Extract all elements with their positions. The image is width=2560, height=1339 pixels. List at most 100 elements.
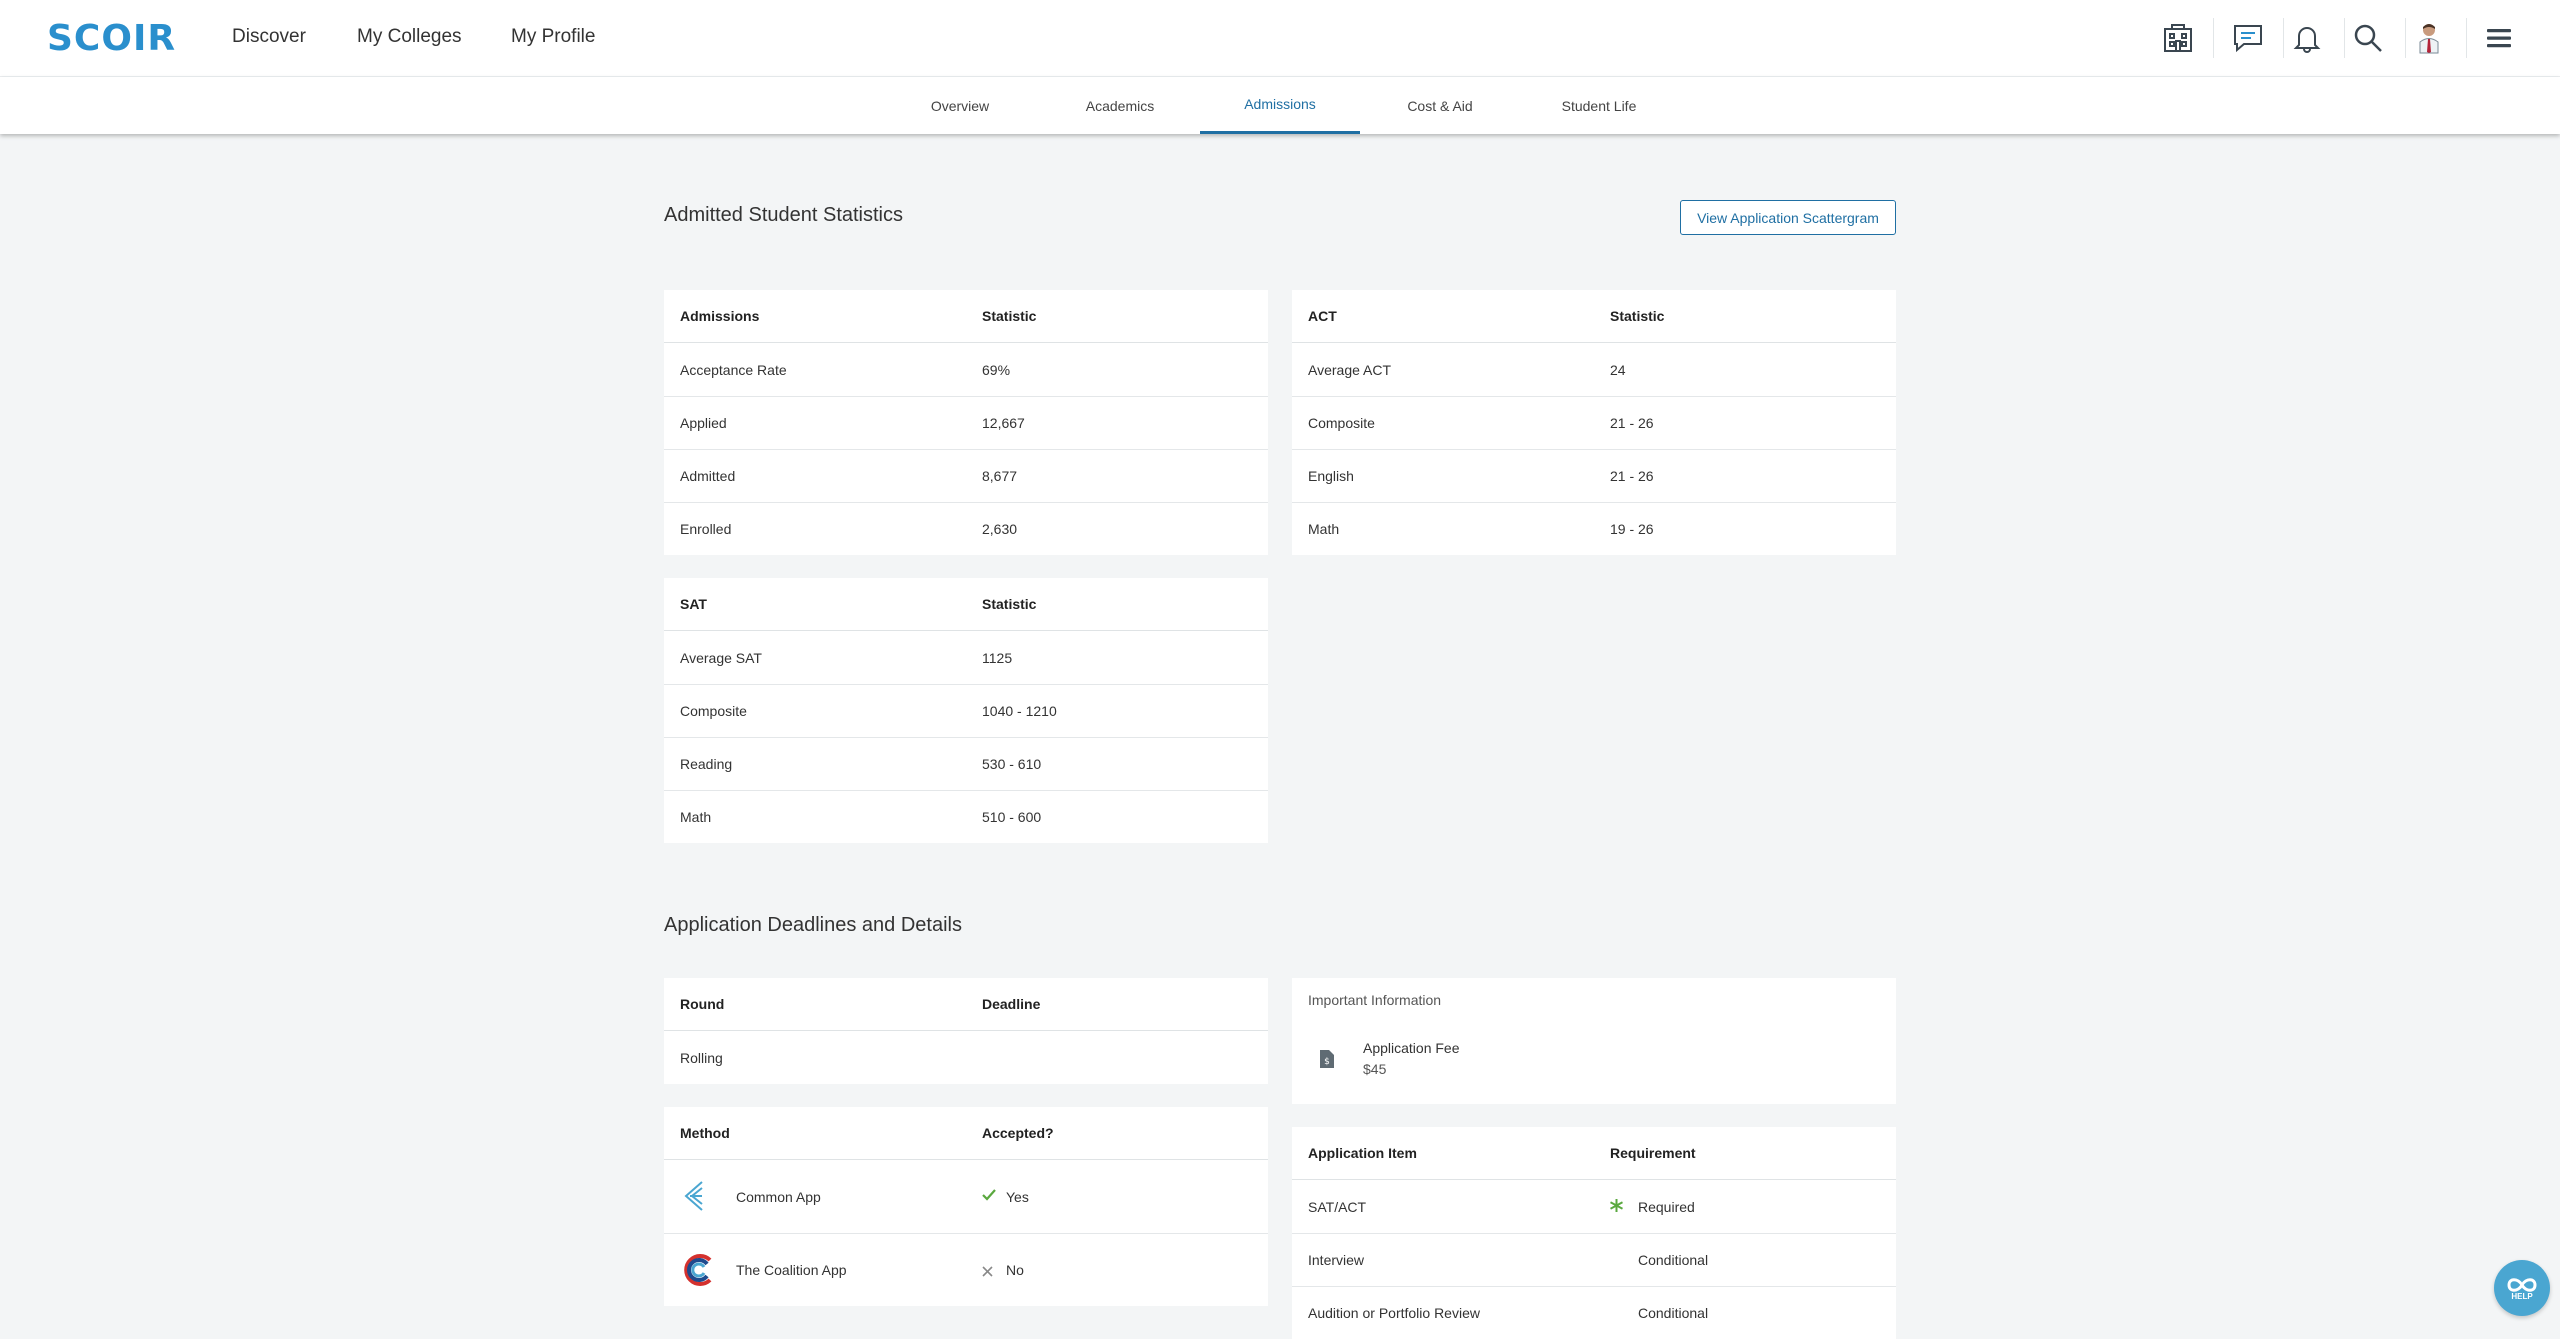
search-icon[interactable]: [2348, 18, 2388, 58]
check-icon: [982, 1188, 996, 1204]
row-value: 1125: [982, 649, 1013, 666]
method-accepted: No: [1006, 1262, 1024, 1278]
required-asterisk-icon: [1610, 1199, 1623, 1215]
table-header-row: Round Deadline: [664, 978, 1268, 1031]
column-header: Method: [680, 1125, 730, 1141]
application-requirements-table: Application Item Requirement SAT/ACT Req…: [1292, 1127, 1896, 1339]
round-name: Rolling: [680, 1049, 723, 1066]
row-label: Average SAT: [680, 649, 762, 666]
requirement-status: Required: [1638, 1198, 1695, 1215]
tab-admissions[interactable]: Admissions: [1200, 77, 1360, 134]
table-row: Acceptance Rate 69%: [664, 343, 1268, 396]
important-information-label: Important Information: [1308, 992, 1442, 1008]
row-label: Admitted: [680, 468, 736, 484]
help-label: HELP: [2511, 1291, 2533, 1301]
table-row: Enrolled 2,630: [664, 502, 1268, 555]
table-row: Average ACT 24: [1292, 343, 1896, 396]
row-value: 510 - 600: [982, 809, 1042, 825]
row-label: Math: [680, 809, 712, 825]
application-methods-table: Method Accepted? Common App Yes The Coal…: [664, 1107, 1268, 1306]
messages-icon[interactable]: [2228, 18, 2268, 58]
row-label: English: [1308, 468, 1354, 484]
tab-academics[interactable]: Academics: [1070, 77, 1170, 134]
svg-text:$: $: [1324, 1057, 1330, 1067]
top-separator: [2344, 18, 2345, 58]
table-row: Admitted 8,677: [664, 449, 1268, 502]
rounds-table: Round Deadline Rolling: [664, 978, 1268, 1084]
top-navigation-bar: SCOIR Discover My Colleges My Profile: [0, 0, 2560, 77]
table-header-row: Method Accepted?: [664, 1107, 1268, 1160]
top-separator: [2213, 18, 2214, 58]
table-row: Math 19 - 26: [1292, 502, 1896, 555]
tab-student-life[interactable]: Student Life: [1549, 77, 1649, 134]
view-scattergram-button[interactable]: View Application Scattergram: [1680, 200, 1896, 235]
table-row: Audition or Portfolio Review Conditional: [1292, 1286, 1896, 1339]
row-value: 530 - 610: [982, 756, 1042, 772]
colleges-building-icon[interactable]: [2158, 18, 2198, 58]
row-value: 8,677: [982, 468, 1018, 484]
help-button[interactable]: HELP: [2494, 1260, 2550, 1316]
table-row: Rolling: [664, 1031, 1268, 1084]
top-separator: [2405, 18, 2406, 58]
table-header-row: ACT Statistic: [1292, 290, 1896, 343]
table-row: Composite 1040 - 1210: [664, 684, 1268, 737]
table-header-row: Application Item Requirement: [1292, 1127, 1896, 1180]
row-label: Applied: [680, 415, 727, 431]
table-row: Average SAT 1125: [664, 631, 1268, 684]
column-header: Admissions: [680, 308, 760, 324]
scoir-logo[interactable]: SCOIR: [47, 18, 176, 59]
requirement-status: Conditional: [1638, 1305, 1709, 1321]
column-header: Accepted?: [982, 1125, 1054, 1141]
column-header: Requirement: [1610, 1145, 1696, 1161]
table-header-row: SAT Statistic: [664, 578, 1268, 631]
column-header: SAT: [680, 596, 707, 612]
admissions-table: Admissions Statistic Acceptance Rate 69%…: [664, 290, 1268, 555]
nav-my-colleges[interactable]: My Colleges: [357, 26, 462, 48]
row-value: 24: [1610, 361, 1626, 378]
row-label: Acceptance Rate: [680, 361, 787, 378]
table-row: Interview Conditional: [1292, 1233, 1896, 1286]
row-label: Reading: [680, 756, 733, 772]
section-title-deadlines: Application Deadlines and Details: [664, 914, 962, 936]
x-icon: [982, 1264, 993, 1280]
column-header: Statistic: [982, 596, 1037, 612]
important-information-card: Important Information $ Application Fee …: [1292, 978, 1896, 1104]
table-row: English 21 - 26: [1292, 449, 1896, 502]
row-label: Math: [1308, 521, 1340, 537]
row-value: 21 - 26: [1610, 468, 1654, 484]
table-row: Reading 530 - 610: [664, 737, 1268, 790]
act-table: ACT Statistic Average ACT 24 Composite 2…: [1292, 290, 1896, 555]
row-value: 21 - 26: [1610, 415, 1654, 431]
table-row: SAT/ACT Required: [1292, 1180, 1896, 1233]
tab-overview[interactable]: Overview: [910, 77, 1010, 134]
row-value: 19 - 26: [1610, 521, 1654, 537]
row-label: Average ACT: [1308, 361, 1392, 378]
column-header: Application Item: [1308, 1145, 1417, 1161]
column-header: Statistic: [1610, 308, 1665, 324]
tab-cost-aid[interactable]: Cost & Aid: [1390, 77, 1490, 134]
common-app-logo: [680, 1180, 710, 1215]
row-value: 2,630: [982, 521, 1018, 537]
nav-my-profile[interactable]: My Profile: [511, 26, 595, 48]
user-avatar[interactable]: [2409, 18, 2449, 58]
row-label: Composite: [680, 703, 747, 719]
row-label: Composite: [1308, 415, 1375, 431]
table-row: Math 510 - 600: [664, 790, 1268, 843]
section-title-admitted-stats: Admitted Student Statistics: [664, 204, 904, 226]
top-separator: [2283, 18, 2284, 58]
notifications-bell-icon[interactable]: [2287, 18, 2327, 58]
nav-discover[interactable]: Discover: [232, 26, 306, 48]
method-name: Common App: [736, 1188, 821, 1205]
document-icon: $: [1319, 1049, 1335, 1074]
hamburger-menu-icon[interactable]: [2479, 18, 2519, 58]
top-separator: [2466, 18, 2467, 58]
table-row: Applied 12,667: [664, 396, 1268, 449]
column-header: Statistic: [982, 308, 1037, 324]
row-value: 1040 - 1210: [982, 703, 1057, 719]
column-header: Deadline: [982, 996, 1041, 1012]
row-label: Enrolled: [680, 521, 732, 537]
requirement-item: SAT/ACT: [1308, 1198, 1367, 1215]
row-value: 12,667: [982, 415, 1025, 431]
row-value: 69%: [982, 361, 1011, 378]
method-name: The Coalition App: [736, 1262, 847, 1278]
